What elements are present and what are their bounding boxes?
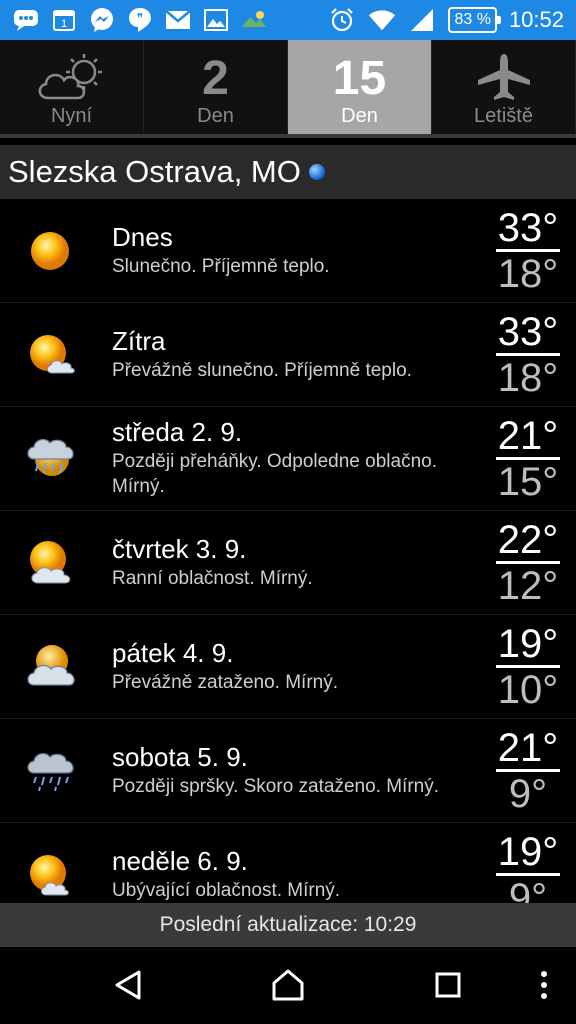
temp-low: 9° [508, 772, 548, 816]
clock: 10:52 [508, 7, 564, 32]
forecast-row[interactable]: středa 2. 9. Později přeháňky. Odpoledne… [0, 407, 576, 511]
sun-rain-cloud-icon [24, 433, 80, 485]
tab-bar: Nyní 2 Den 15 Den Letiště [0, 40, 576, 138]
navigation-bar [0, 947, 576, 1024]
temperature-range: 19° 10° [496, 623, 560, 712]
sun-cloud-icon [24, 849, 80, 901]
calendar-icon: 1 [50, 6, 78, 34]
temperature-range: 19° 9° [496, 831, 560, 903]
message-icon [12, 6, 40, 34]
recents-button[interactable] [428, 967, 468, 1007]
forecast-row[interactable]: Zítra Převážně slunečno. Příjemně teplo.… [0, 303, 576, 407]
temp-low: 15° [497, 460, 559, 504]
forecast-day: čtvrtek 3. 9. [112, 533, 247, 564]
temp-low: 12° [497, 564, 559, 608]
location-name: Slezska Ostrava, MO [8, 154, 301, 189]
forecast-desc: Slunečno. Příjemně teplo. [112, 255, 330, 277]
forecast-day: neděle 6. 9. [112, 845, 248, 876]
temp-high: 21° [496, 726, 560, 772]
temperature-range: 21° 9° [496, 727, 560, 816]
gallery-icon [202, 6, 230, 34]
temp-low: 18° [497, 252, 559, 296]
forecast-day: Zítra [112, 325, 166, 356]
recents-icon [434, 971, 462, 1004]
temp-low: 9° [508, 876, 548, 903]
forecast-row[interactable]: pátek 4. 9. Převážně zataženo. Mírný. 19… [0, 615, 576, 719]
forecast-day: Dnes [112, 221, 173, 252]
overflow-menu-button[interactable] [524, 967, 564, 1007]
tab-2-days-number: 2 [202, 52, 229, 105]
tab-15-days[interactable]: 15 Den [288, 40, 432, 134]
status-bar: 1 ❞ 83 % 10:52 [0, 0, 576, 40]
forecast-list[interactable]: Dnes Slunečno. Příjemně teplo. 33° 18° Z… [0, 199, 576, 903]
temp-high: 21° [496, 414, 560, 460]
forecast-day: sobota 5. 9. [112, 741, 248, 772]
forecast-desc: Převážně zataženo. Mírný. [112, 671, 338, 693]
temp-low: 10° [497, 668, 559, 712]
temperature-range: 22° 12° [496, 519, 560, 608]
back-icon [113, 969, 143, 1006]
sun-small-cloud-icon [24, 329, 80, 381]
forecast-row[interactable]: čtvrtek 3. 9. Ranní oblačnost. Mírný. 22… [0, 511, 576, 615]
alarm-icon [328, 6, 356, 34]
tab-now[interactable]: Nyní [0, 40, 144, 134]
temperature-range: 33° 18° [496, 311, 560, 400]
airplane-icon [476, 52, 532, 107]
forecast-desc: Převážně slunečno. Příjemně teplo. [112, 359, 412, 381]
forecast-row[interactable]: sobota 5. 9. Později spršky. Skoro zataž… [0, 719, 576, 823]
svg-text:❞: ❞ [137, 11, 143, 25]
home-button[interactable] [268, 967, 308, 1007]
temp-high: 22° [496, 518, 560, 564]
tab-15-days-label: Den [341, 105, 378, 127]
temp-low: 18° [497, 356, 559, 400]
last-update-bar: Poslední aktualizace: 10:29 [0, 903, 576, 947]
forecast-row[interactable]: Dnes Slunečno. Příjemně teplo. 33° 18° [0, 199, 576, 303]
cloud-sun-icon [24, 641, 80, 693]
messenger-icon [88, 6, 116, 34]
wifi-icon [368, 6, 396, 34]
temperature-range: 33° 18° [496, 207, 560, 296]
gmail-icon [164, 6, 192, 34]
back-button[interactable] [108, 967, 148, 1007]
rain-cloud-icon [24, 745, 80, 797]
more-vertical-icon [540, 970, 548, 1005]
forecast-desc: Později přeháňky. Odpoledne oblačno. Mír… [112, 451, 437, 498]
tab-15-days-number: 15 [332, 52, 387, 105]
home-icon [271, 968, 305, 1007]
temperature-range: 21° 15° [496, 415, 560, 504]
forecast-row[interactable]: neděle 6. 9. Ubývající oblačnost. Mírný.… [0, 823, 576, 903]
system-indicators: 83 % 10:52 [328, 6, 564, 34]
location-bar[interactable]: Slezska Ostrava, MO [0, 145, 576, 199]
sun-cloud-icon [24, 537, 80, 589]
weather-app-icon [240, 6, 268, 34]
sun-icon [24, 225, 80, 277]
forecast-desc: Ranní oblačnost. Mírný. [112, 567, 313, 589]
partly-cloudy-icon [34, 52, 110, 107]
temp-high: 19° [496, 622, 560, 668]
forecast-day: pátek 4. 9. [112, 637, 234, 668]
forecast-desc: Ubývající oblačnost. Mírný. [112, 879, 341, 901]
tab-2-days-label: Den [197, 105, 234, 127]
forecast-day: středa 2. 9. [112, 417, 243, 448]
location-indicator-icon [308, 164, 325, 180]
temp-high: 33° [496, 310, 560, 356]
tab-airport[interactable]: Letiště [432, 40, 576, 134]
calendar-day-text: 1 [61, 18, 67, 30]
notification-icons: 1 ❞ [12, 6, 268, 34]
chat-icon: ❞ [126, 6, 154, 34]
battery-indicator: 83 % [448, 7, 502, 33]
temp-high: 19° [496, 830, 560, 876]
tab-now-label: Nyní [50, 105, 93, 127]
tab-2-days[interactable]: 2 Den [144, 40, 288, 134]
temp-high: 33° [496, 206, 560, 252]
last-update-text: Poslední aktualizace: 10:29 [159, 913, 417, 936]
signal-icon [408, 6, 436, 34]
forecast-desc: Později spršky. Skoro zataženo. Mírný. [112, 775, 439, 797]
tab-airport-label: Letiště [474, 105, 533, 127]
